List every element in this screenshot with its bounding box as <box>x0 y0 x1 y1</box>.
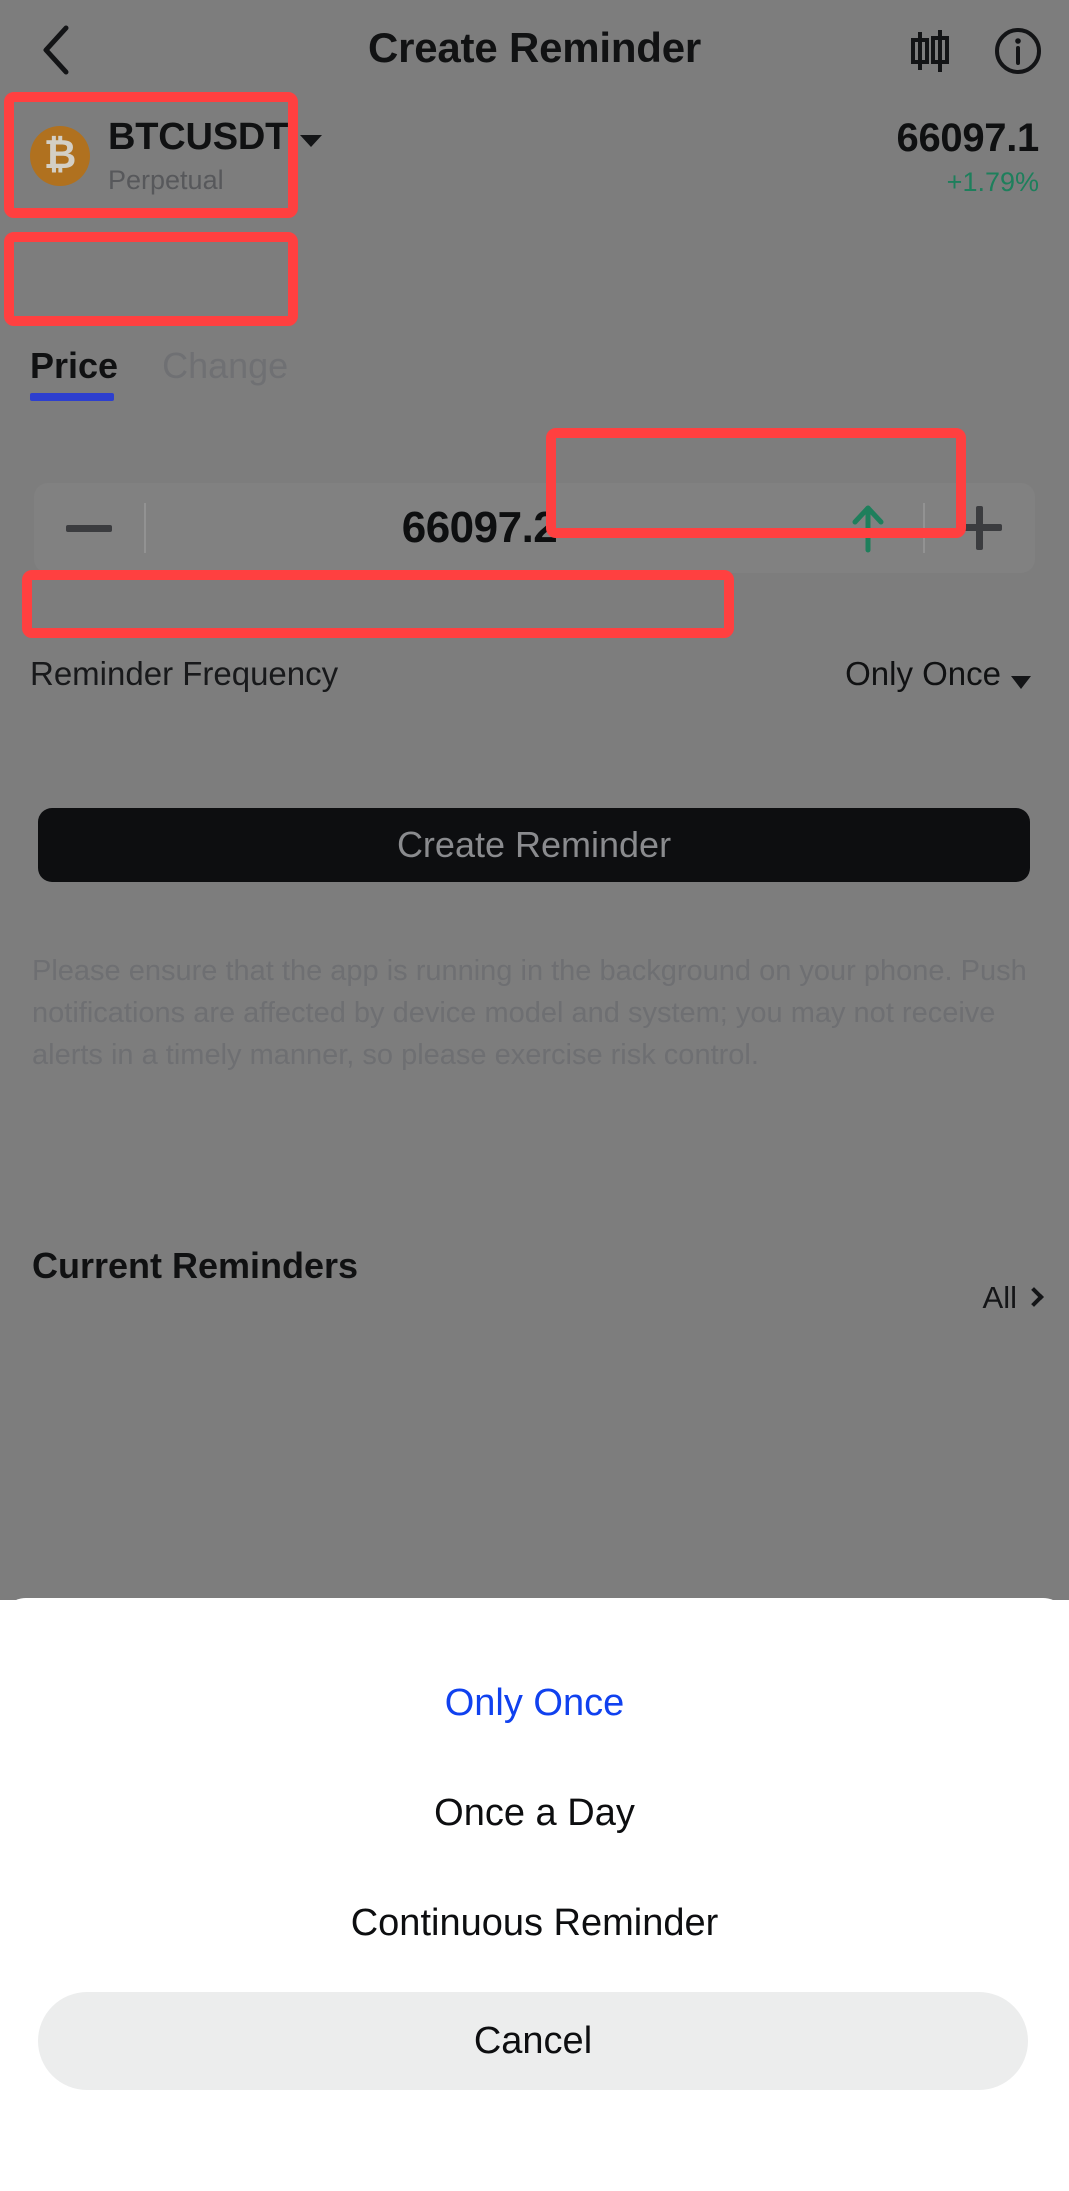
increment-button[interactable] <box>925 506 1035 550</box>
decrement-button[interactable] <box>34 524 144 532</box>
change-percent: +1.79% <box>946 167 1039 197</box>
last-price: 66097.1 <box>896 116 1040 160</box>
bitcoin-icon: ₿ <box>30 126 90 186</box>
cancel-button[interactable]: Cancel <box>38 1992 1028 2090</box>
disclaimer-text: Please ensure that the app is running in… <box>32 955 1027 1072</box>
price-stepper: 66097.2 <box>34 483 1035 573</box>
reminder-frequency-dropdown[interactable]: Only Once <box>845 655 1039 693</box>
view-all-reminders-link[interactable]: All <box>982 1280 1044 1316</box>
symbol-selector[interactable]: ₿ BTCUSDT Perpetual <box>30 116 323 196</box>
reminder-frequency-label: Reminder Frequency <box>30 655 339 692</box>
plus-icon <box>958 506 1002 550</box>
dimmed-page-behind-sheet: Create Reminder ₿ BTCUSDT Perpetual 6609… <box>0 0 1069 1600</box>
tab-change[interactable]: Change <box>162 345 288 401</box>
chevron-right-icon <box>1024 1287 1044 1307</box>
app-header: Create Reminder <box>0 0 1069 100</box>
chevron-down-icon <box>1011 676 1031 689</box>
reminder-frequency-row: Reminder Frequency Only Once <box>30 655 1039 693</box>
header-actions <box>905 26 1043 76</box>
annotation-create-reminder-button <box>22 570 734 638</box>
symbol-name-line: BTCUSDT <box>108 116 323 159</box>
minus-icon <box>66 524 112 532</box>
chevron-down-icon <box>300 134 323 147</box>
tab-price[interactable]: Price <box>30 345 118 401</box>
frequency-action-sheet: Only Once Once a Day Continuous Reminder <box>0 1598 1069 2191</box>
symbol-subtitle: Perpetual <box>108 165 224 195</box>
direction-toggle-button[interactable] <box>813 502 923 554</box>
condition-tabs: Price Change <box>30 345 288 401</box>
candlestick-chart-button[interactable] <box>905 26 955 76</box>
reminder-frequency-value: Only Once <box>845 655 1001 692</box>
annotation-tabs <box>4 232 298 326</box>
create-reminder-button[interactable]: Create Reminder <box>38 808 1030 882</box>
candlestick-chart-icon <box>911 30 949 72</box>
info-circle-icon <box>995 28 1041 74</box>
symbol-texts: BTCUSDT Perpetual <box>108 116 323 196</box>
market-price-block: 66097.1 +1.79% <box>897 116 1040 198</box>
arrow-up-icon <box>852 505 884 553</box>
price-input-value[interactable]: 66097.2 <box>146 503 813 553</box>
sheet-option-once-a-day[interactable]: Once a Day <box>0 1758 1069 1868</box>
current-reminders-title: Current Reminders <box>32 1245 359 1286</box>
sheet-option-continuous-reminder[interactable]: Continuous Reminder <box>0 1868 1069 1978</box>
symbol-row: ₿ BTCUSDT Perpetual 66097.1 +1.79% <box>0 108 1069 216</box>
info-button[interactable] <box>993 26 1043 76</box>
app-screen: Create Reminder ₿ BTCUSDT Perpetual 6609… <box>0 0 1069 2191</box>
symbol-name: BTCUSDT <box>108 116 289 158</box>
view-all-label: All <box>982 1280 1017 1315</box>
sheet-option-only-once[interactable]: Only Once <box>0 1648 1069 1758</box>
bitcoin-glyph: ₿ <box>43 132 77 178</box>
